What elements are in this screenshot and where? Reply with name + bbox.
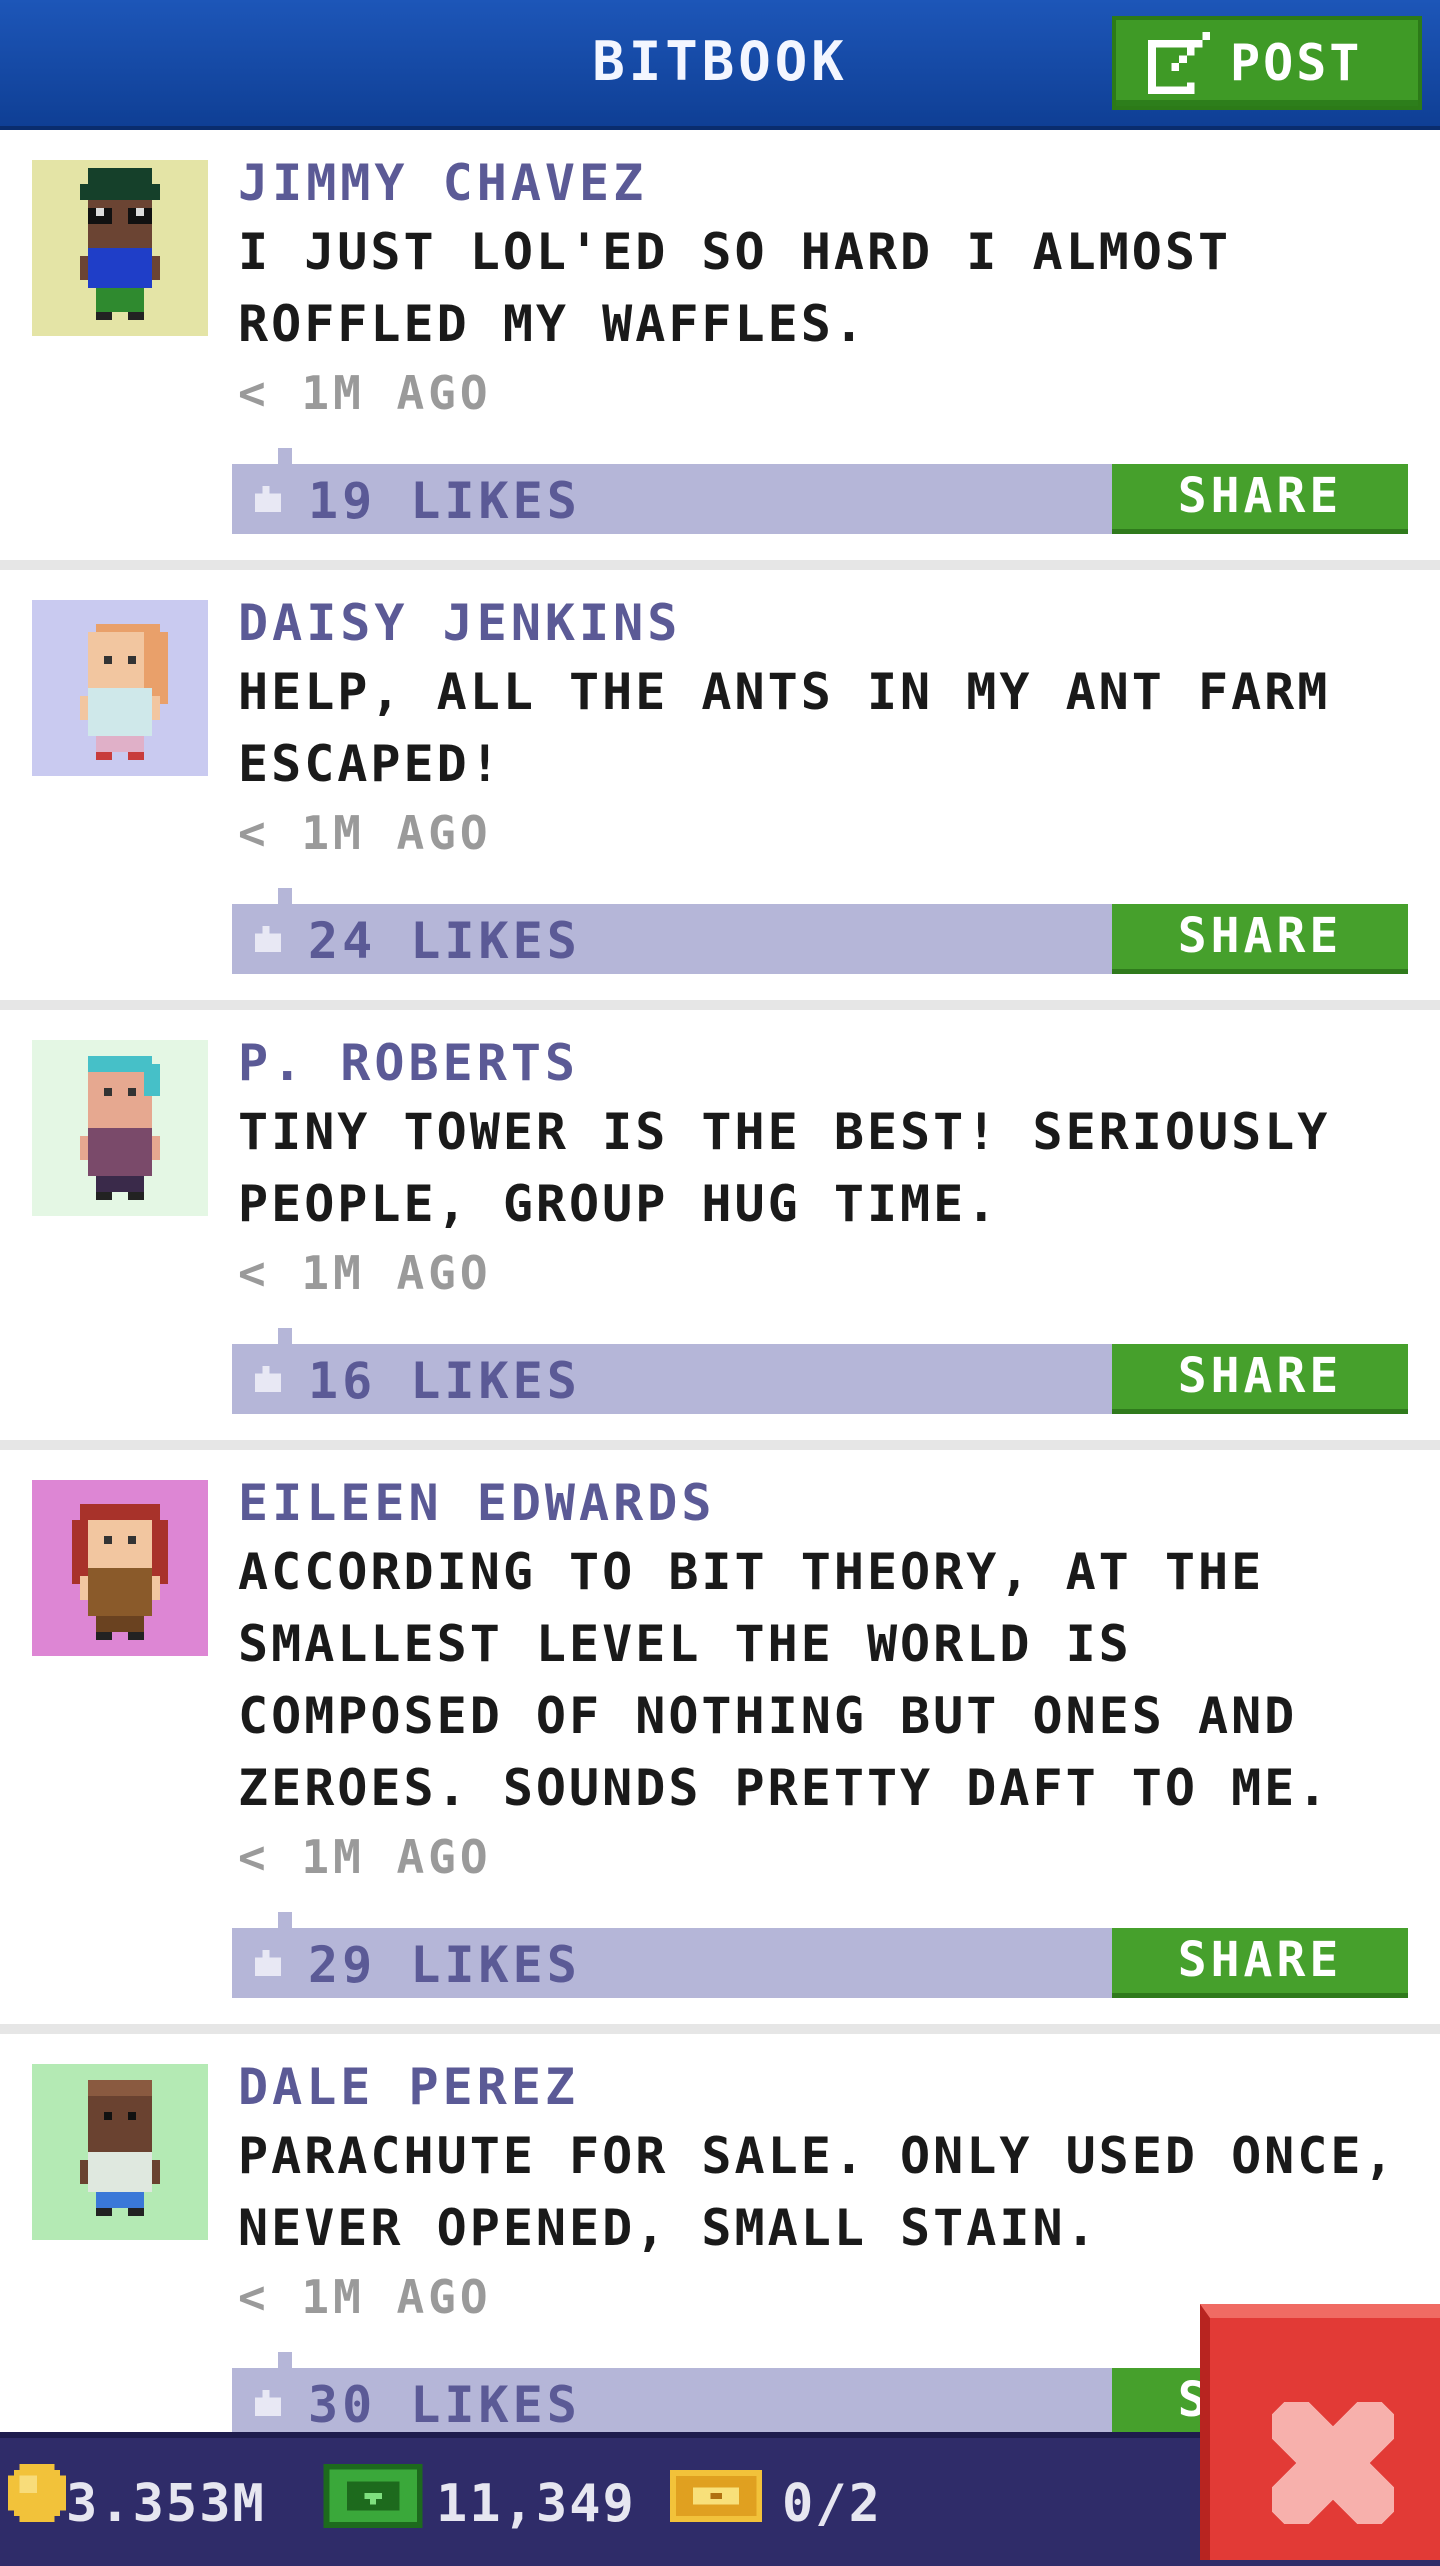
avatar[interactable] xyxy=(32,1040,208,1216)
tickets-value: 0/2 xyxy=(782,2474,882,2534)
thumbs-up-icon[interactable] xyxy=(250,926,282,952)
post-author[interactable]: JIMMY CHAVEZ xyxy=(238,154,647,212)
avatar[interactable] xyxy=(32,2064,208,2240)
like-bar: 16 LIKES SHARE xyxy=(232,1328,1408,1414)
divider xyxy=(0,1440,1440,1450)
share-button[interactable]: SHARE xyxy=(1112,1928,1408,1998)
like-bar: 29 LIKES SHARE xyxy=(232,1912,1408,1998)
thumbs-up-icon[interactable] xyxy=(250,1366,282,1392)
post-time: < 1M AGO xyxy=(238,1246,492,1300)
post-time: < 1M AGO xyxy=(238,806,492,860)
like-count: 16 LIKES xyxy=(308,1352,581,1410)
post-message: TINY TOWER IS THE BEST! SERIOUSLY PEOPLE… xyxy=(238,1103,1331,1233)
divider xyxy=(0,2024,1440,2034)
share-button[interactable]: SHARE xyxy=(1112,464,1408,534)
close-button[interactable] xyxy=(1200,2304,1440,2560)
avatar[interactable] xyxy=(32,600,208,776)
post-time: < 1M AGO xyxy=(238,366,492,420)
edit-icon xyxy=(1148,32,1210,94)
close-icon xyxy=(1272,2402,1394,2524)
like-count: 19 LIKES xyxy=(308,472,581,530)
thumbs-up-icon[interactable] xyxy=(250,2390,282,2416)
post-button-label: POST xyxy=(1230,34,1363,92)
like-bar-notch xyxy=(278,1912,292,1928)
avatar[interactable] xyxy=(32,1480,208,1656)
share-button[interactable]: SHARE xyxy=(1112,1344,1408,1414)
post-author[interactable]: P. ROBERTS xyxy=(238,1034,579,1092)
post-time: < 1M AGO xyxy=(238,2270,492,2324)
post-author[interactable]: DALE PEREZ xyxy=(238,2058,579,2116)
feed-post: EILEEN EDWARDS ACCORDING TO BIT THEORY, … xyxy=(0,1450,1440,2034)
like-bar-notch xyxy=(278,888,292,904)
bux-icon[interactable] xyxy=(322,2458,424,2528)
app-header: BITBOOK POST xyxy=(0,0,1440,130)
feed-post: JIMMY CHAVEZ I JUST LOL'ED SO HARD I ALM… xyxy=(0,130,1440,570)
bux-value: 11,349 xyxy=(436,2474,636,2534)
post-button[interactable]: POST xyxy=(1112,16,1422,110)
like-count: 24 LIKES xyxy=(308,912,581,970)
post-message: ACCORDING TO BIT THEORY, AT THE SMALLEST… xyxy=(238,1543,1331,1817)
share-button[interactable]: SHARE xyxy=(1112,904,1408,974)
vip-ticket-icon[interactable] xyxy=(670,2470,762,2522)
avatar[interactable] xyxy=(32,160,208,336)
divider xyxy=(0,560,1440,570)
coin-icon xyxy=(8,2464,66,2522)
post-author[interactable]: EILEEN EDWARDS xyxy=(238,1474,715,1532)
like-bar-notch xyxy=(278,1328,292,1344)
like-bar: 19 LIKES SHARE xyxy=(232,448,1408,534)
divider xyxy=(0,1000,1440,1010)
post-time: < 1M AGO xyxy=(238,1830,492,1884)
post-author[interactable]: DAISY JENKINS xyxy=(238,594,681,652)
like-count: 29 LIKES xyxy=(308,1936,581,1994)
post-message: PARACHUTE FOR SALE. ONLY USED ONCE, NEVE… xyxy=(238,2127,1397,2257)
post-message: I JUST LOL'ED SO HARD I ALMOST ROFFLED M… xyxy=(238,223,1232,353)
like-bar-notch xyxy=(278,448,292,464)
post-message: HELP, ALL THE ANTS IN MY ANT FARM ESCAPE… xyxy=(238,663,1331,793)
like-bar-notch xyxy=(278,2352,292,2368)
like-count: 30 LIKES xyxy=(308,2376,581,2434)
feed-post: DAISY JENKINS HELP, ALL THE ANTS IN MY A… xyxy=(0,570,1440,1010)
thumbs-up-icon[interactable] xyxy=(250,486,282,512)
like-bar: 24 LIKES SHARE xyxy=(232,888,1408,974)
feed-post: P. ROBERTS TINY TOWER IS THE BEST! SERIO… xyxy=(0,1010,1440,1450)
coins-value: 3.353M xyxy=(66,2474,266,2534)
thumbs-up-icon[interactable] xyxy=(250,1950,282,1976)
